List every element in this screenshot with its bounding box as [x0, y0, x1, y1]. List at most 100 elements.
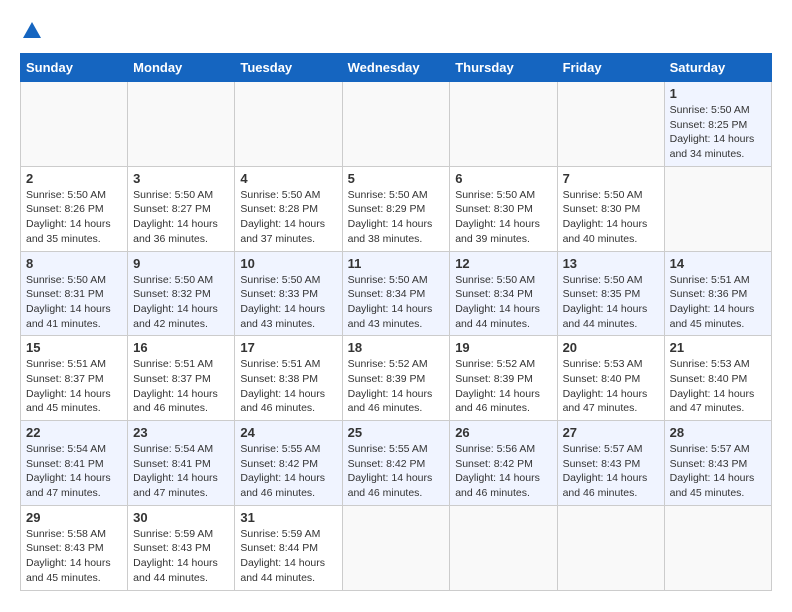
day-info: Sunrise: 5:50 AMSunset: 8:26 PMDaylight:… [26, 188, 122, 247]
day-number: 14 [670, 256, 766, 271]
day-number: 9 [133, 256, 229, 271]
day-number: 19 [455, 340, 551, 355]
calendar-cell: 20 Sunrise: 5:53 AMSunset: 8:40 PMDayligh… [557, 336, 664, 421]
day-info: Sunrise: 5:50 AMSunset: 8:25 PMDaylight:… [670, 103, 766, 162]
day-number: 26 [455, 425, 551, 440]
calendar-cell: 27 Sunrise: 5:57 AMSunset: 8:43 PMDayligh… [557, 421, 664, 506]
day-info: Sunrise: 5:50 AMSunset: 8:35 PMDaylight:… [563, 273, 659, 332]
day-number: 1 [670, 86, 766, 101]
day-info: Sunrise: 5:50 AMSunset: 8:30 PMDaylight:… [455, 188, 551, 247]
calendar-cell: 21Sunrise: 5:53 AMSunset: 8:40 PMDayligh… [664, 336, 771, 421]
day-info: Sunrise: 5:52 AMSunset: 8:39 PMDaylight:… [455, 357, 551, 416]
calendar-cell: 19 Sunrise: 5:52 AMSunset: 8:39 PMDayligh… [450, 336, 557, 421]
calendar-cell [21, 82, 128, 167]
day-number: 13 [563, 256, 659, 271]
calendar-cell [450, 505, 557, 590]
calendar-cell: 4 Sunrise: 5:50 AMSunset: 8:28 PMDaylight… [235, 166, 342, 251]
day-info: Sunrise: 5:55 AMSunset: 8:42 PMDaylight:… [240, 442, 336, 501]
day-number: 5 [348, 171, 445, 186]
calendar-cell: 7Sunrise: 5:50 AMSunset: 8:30 PMDaylight… [557, 166, 664, 251]
day-info: Sunrise: 5:57 AMSunset: 8:43 PMDaylight:… [670, 442, 766, 501]
calendar-cell: 26 Sunrise: 5:56 AMSunset: 8:42 PMDayligh… [450, 421, 557, 506]
calendar-cell [557, 82, 664, 167]
day-info: Sunrise: 5:51 AMSunset: 8:36 PMDaylight:… [670, 273, 766, 332]
day-info: Sunrise: 5:51 AMSunset: 8:37 PMDaylight:… [26, 357, 122, 416]
day-info: Sunrise: 5:57 AMSunset: 8:43 PMDaylight:… [563, 442, 659, 501]
day-of-week-header: Thursday [450, 54, 557, 82]
calendar-cell [664, 166, 771, 251]
day-info: Sunrise: 5:50 AMSunset: 8:28 PMDaylight:… [240, 188, 336, 247]
day-number: 18 [348, 340, 445, 355]
day-number: 24 [240, 425, 336, 440]
day-info: Sunrise: 5:50 AMSunset: 8:29 PMDaylight:… [348, 188, 445, 247]
calendar-cell: 3 Sunrise: 5:50 AMSunset: 8:27 PMDaylight… [128, 166, 235, 251]
calendar-cell: 5 Sunrise: 5:50 AMSunset: 8:29 PMDaylight… [342, 166, 450, 251]
day-number: 8 [26, 256, 122, 271]
calendar-cell: 2 Sunrise: 5:50 AMSunset: 8:26 PMDaylight… [21, 166, 128, 251]
day-number: 23 [133, 425, 229, 440]
calendar-cell [235, 82, 342, 167]
day-of-week-header: Wednesday [342, 54, 450, 82]
calendar-cell: 24 Sunrise: 5:55 AMSunset: 8:42 PMDayligh… [235, 421, 342, 506]
day-info: Sunrise: 5:59 AMSunset: 8:43 PMDaylight:… [133, 527, 229, 586]
day-number: 2 [26, 171, 122, 186]
calendar-cell: 12Sunrise: 5:50 AMSunset: 8:34 PMDayligh… [450, 251, 557, 336]
calendar-cell: 15 Sunrise: 5:51 AMSunset: 8:37 PMDayligh… [21, 336, 128, 421]
day-info: Sunrise: 5:51 AMSunset: 8:38 PMDaylight:… [240, 357, 336, 416]
calendar-cell: 10 Sunrise: 5:50 AMSunset: 8:33 PMDayligh… [235, 251, 342, 336]
day-number: 17 [240, 340, 336, 355]
calendar-week-row: 8 Sunrise: 5:50 AMSunset: 8:31 PMDaylight… [21, 251, 772, 336]
calendar-cell [450, 82, 557, 167]
calendar-cell: 13 Sunrise: 5:50 AMSunset: 8:35 PMDayligh… [557, 251, 664, 336]
day-number: 27 [563, 425, 659, 440]
day-info: Sunrise: 5:58 AMSunset: 8:43 PMDaylight:… [26, 527, 122, 586]
calendar-cell: 16Sunrise: 5:51 AMSunset: 8:37 PMDayligh… [128, 336, 235, 421]
calendar-cell: 8 Sunrise: 5:50 AMSunset: 8:31 PMDaylight… [21, 251, 128, 336]
day-info: Sunrise: 5:51 AMSunset: 8:37 PMDaylight:… [133, 357, 229, 416]
day-of-week-header: Friday [557, 54, 664, 82]
day-of-week-header: Tuesday [235, 54, 342, 82]
day-info: Sunrise: 5:50 AMSunset: 8:31 PMDaylight:… [26, 273, 122, 332]
day-info: Sunrise: 5:50 AMSunset: 8:27 PMDaylight:… [133, 188, 229, 247]
calendar-cell: 30 Sunrise: 5:59 AMSunset: 8:43 PMDayligh… [128, 505, 235, 590]
day-number: 20 [563, 340, 659, 355]
calendar-cell [128, 82, 235, 167]
calendar-cell: 17 Sunrise: 5:51 AMSunset: 8:38 PMDayligh… [235, 336, 342, 421]
calendar-cell: 1 Sunrise: 5:50 AMSunset: 8:25 PMDaylight… [664, 82, 771, 167]
day-number: 10 [240, 256, 336, 271]
day-number: 4 [240, 171, 336, 186]
day-of-week-header: Sunday [21, 54, 128, 82]
calendar-cell [664, 505, 771, 590]
day-info: Sunrise: 5:52 AMSunset: 8:39 PMDaylight:… [348, 357, 445, 416]
day-number: 29 [26, 510, 122, 525]
calendar-week-row: 2 Sunrise: 5:50 AMSunset: 8:26 PMDaylight… [21, 166, 772, 251]
calendar-cell: 18 Sunrise: 5:52 AMSunset: 8:39 PMDayligh… [342, 336, 450, 421]
day-number: 28 [670, 425, 766, 440]
calendar-week-row: 15 Sunrise: 5:51 AMSunset: 8:37 PMDayligh… [21, 336, 772, 421]
day-number: 15 [26, 340, 122, 355]
calendar-cell: 6 Sunrise: 5:50 AMSunset: 8:30 PMDaylight… [450, 166, 557, 251]
day-info: Sunrise: 5:50 AMSunset: 8:30 PMDaylight:… [563, 188, 659, 247]
calendar-cell [342, 505, 450, 590]
day-number: 3 [133, 171, 229, 186]
day-number: 6 [455, 171, 551, 186]
calendar-week-row: 1 Sunrise: 5:50 AMSunset: 8:25 PMDaylight… [21, 82, 772, 167]
calendar-table: SundayMondayTuesdayWednesdayThursdayFrid… [20, 53, 772, 591]
calendar-header-row: SundayMondayTuesdayWednesdayThursdayFrid… [21, 54, 772, 82]
day-info: Sunrise: 5:59 AMSunset: 8:44 PMDaylight:… [240, 527, 336, 586]
page-header [20, 20, 772, 38]
calendar-cell: 23Sunrise: 5:54 AMSunset: 8:41 PMDayligh… [128, 421, 235, 506]
day-info: Sunrise: 5:50 AMSunset: 8:33 PMDaylight:… [240, 273, 336, 332]
day-info: Sunrise: 5:56 AMSunset: 8:42 PMDaylight:… [455, 442, 551, 501]
calendar-week-row: 22Sunrise: 5:54 AMSunset: 8:41 PMDayligh… [21, 421, 772, 506]
day-info: Sunrise: 5:53 AMSunset: 8:40 PMDaylight:… [563, 357, 659, 416]
day-number: 21 [670, 340, 766, 355]
calendar-cell: 29 Sunrise: 5:58 AMSunset: 8:43 PMDayligh… [21, 505, 128, 590]
logo-icon [21, 20, 43, 42]
calendar-cell: 14 Sunrise: 5:51 AMSunset: 8:36 PMDayligh… [664, 251, 771, 336]
calendar-week-row: 29 Sunrise: 5:58 AMSunset: 8:43 PMDayligh… [21, 505, 772, 590]
day-number: 30 [133, 510, 229, 525]
day-info: Sunrise: 5:50 AMSunset: 8:34 PMDaylight:… [348, 273, 445, 332]
calendar-cell [342, 82, 450, 167]
day-info: Sunrise: 5:54 AMSunset: 8:41 PMDaylight:… [26, 442, 122, 501]
